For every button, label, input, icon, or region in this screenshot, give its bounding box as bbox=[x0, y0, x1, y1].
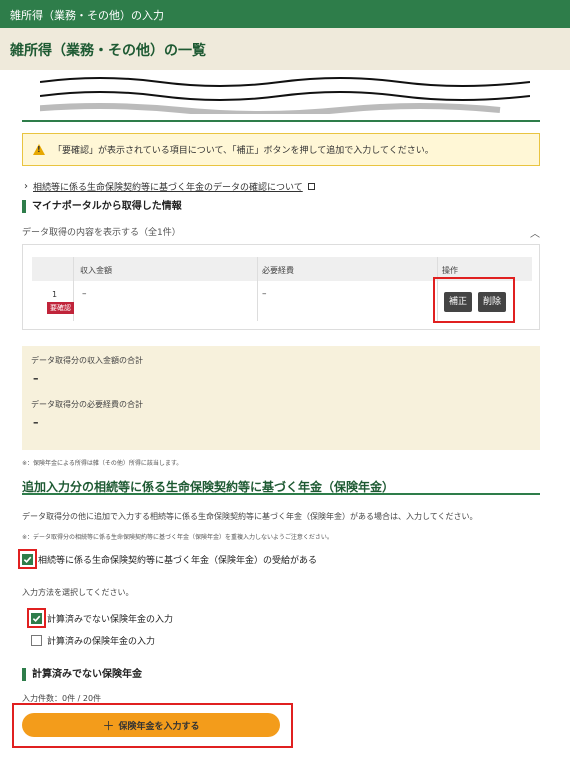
option-uncalculated-label: 計算済みでない保険年金の入力 bbox=[47, 615, 174, 625]
page-title-bar: 雑所得（業務・その他）の一覧 bbox=[0, 28, 570, 70]
income-total-value: – bbox=[33, 372, 39, 385]
column-header-income: 収入金額 bbox=[80, 266, 112, 275]
section-divider bbox=[22, 120, 540, 122]
external-link-icon bbox=[307, 183, 315, 190]
mynaportal-heading: マイナポータルから取得した情報 bbox=[22, 200, 182, 213]
highlight-box bbox=[18, 549, 37, 569]
data-accordion-toggle[interactable]: データ取得の内容を表示する（全1件） ︿ bbox=[22, 225, 540, 240]
duplicate-warning-note: ※：データ取得分の相続等に係る生命保険契約等に基づく年金（保険年金）を重複入力し… bbox=[22, 534, 333, 541]
pension-received-checkbox[interactable]: 相続等に係る生命保険契約等に基づく年金（保険年金）の受給がある bbox=[22, 553, 317, 566]
expense-total-value: – bbox=[33, 416, 39, 429]
option-calculated-pension[interactable]: 計算済みの保険年金の入力 bbox=[31, 634, 155, 647]
warning-text: 「要確認」が表示されている項目について、「補正」ボタンを押して追加で入力してくだ… bbox=[53, 146, 434, 156]
app-header-title: 雑所得（業務・その他）の入力 bbox=[10, 9, 164, 22]
confirm-link-text[interactable]: 相続等に係る生命保険契約等に基づく年金のデータの確認について bbox=[33, 180, 303, 193]
needs-confirmation-badge: 要確認 bbox=[47, 302, 74, 314]
option-uncalculated-pension[interactable]: 計算済みでない保険年金の入力 bbox=[31, 612, 173, 625]
warning-banner: 「要確認」が表示されている項目について、「補正」ボタンを押して追加で入力してくだ… bbox=[22, 133, 540, 166]
input-method-prompt: 入力方法を選択してください。 bbox=[22, 588, 134, 597]
highlight-box bbox=[27, 608, 46, 628]
summary-panel: データ取得分の収入金額の合計 – データ取得分の必要経費の合計 – bbox=[22, 346, 540, 450]
column-divider bbox=[257, 257, 258, 321]
pension-received-label: 相続等に係る生命保険契約等に基づく年金（保険年金）の受給がある bbox=[38, 556, 318, 566]
highlight-box bbox=[433, 277, 515, 323]
confirm-data-link[interactable]: › 相続等に係る生命保険契約等に基づく年金のデータの確認について bbox=[24, 180, 315, 193]
chevron-up-icon: ︿ bbox=[530, 229, 540, 240]
option-calculated-label: 計算済みの保険年金の入力 bbox=[47, 637, 156, 647]
section-divider bbox=[22, 493, 540, 495]
manual-entry-description: データ取得分の他に追加で入力する相続等に係る生命保険契約等に基づく年金（保険年金… bbox=[22, 512, 478, 521]
highlight-box bbox=[12, 703, 293, 748]
income-cell: – bbox=[82, 289, 87, 299]
accordion-label: データ取得の内容を表示する（全1件） bbox=[22, 228, 181, 238]
redaction-scribble bbox=[40, 77, 530, 114]
warning-icon bbox=[33, 144, 45, 155]
checkbox-unchecked-icon[interactable] bbox=[31, 635, 42, 646]
chevron-right-icon: › bbox=[24, 181, 28, 192]
uncalculated-pension-heading: 計算済みでない保険年金 bbox=[22, 668, 142, 681]
app-header: 雑所得（業務・その他）の入力 bbox=[0, 0, 570, 28]
expense-cell: – bbox=[262, 289, 267, 299]
column-header-actions: 操作 bbox=[442, 266, 458, 275]
row-number: 1 bbox=[52, 290, 58, 299]
page-title: 雑所得（業務・その他）の一覧 bbox=[10, 43, 206, 59]
expense-total-label: データ取得分の必要経費の合計 bbox=[31, 400, 143, 409]
column-header-expense: 必要経費 bbox=[262, 266, 294, 275]
pension-note: ※：保険年金による所得は雑（その他）所得に該当します。 bbox=[22, 460, 183, 467]
income-total-label: データ取得分の収入金額の合計 bbox=[31, 356, 143, 365]
